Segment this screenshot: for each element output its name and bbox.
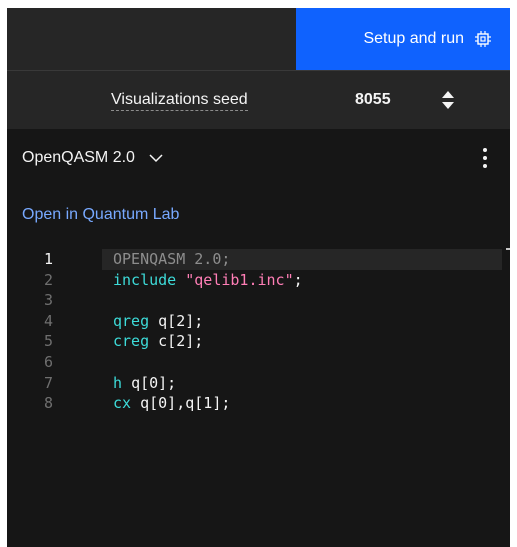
line-number: 5 (44, 332, 54, 351)
line-number: 6 (44, 353, 54, 371)
seed-row: Visualizations seed 8055 (7, 70, 510, 129)
line-number: 8 (44, 394, 54, 413)
code-text: cx q[0],q[1]; (113, 393, 230, 413)
editor-header: OpenQASM 2.0 (7, 129, 510, 191)
code-token: creg (113, 332, 159, 351)
line-number: 3 (44, 291, 54, 310)
code-text: OPENQASM 2.0; (113, 249, 230, 269)
open-in-quantum-lab-link[interactable]: Open in Quantum Lab (22, 206, 179, 224)
seed-stepper-icon[interactable] (438, 88, 458, 112)
language-label: OpenQASM 2.0 (22, 149, 135, 166)
line-number: 2 (44, 270, 54, 289)
code-token: include (113, 270, 186, 289)
seed-value-input[interactable]: 8055 (355, 91, 391, 109)
setup-and-run-button[interactable]: Setup and run (296, 8, 510, 70)
setup-and-run-label: Setup and run (363, 30, 464, 47)
code-token: h (113, 373, 132, 392)
visualizations-seed-label[interactable]: Visualizations seed (111, 91, 248, 111)
code-text: include "qelib1.inc"; (113, 270, 303, 290)
code-line[interactable]: 6 (7, 352, 510, 372)
overflow-menu-icon[interactable] (482, 148, 488, 170)
code-line[interactable]: 1 OPENQASM 2.0; (7, 249, 510, 269)
code-token: q[2]; (158, 311, 204, 330)
code-token: cx (113, 394, 141, 413)
code-token: c[2]; (158, 332, 204, 351)
code-editor[interactable]: 1 OPENQASM 2.0; 2 include "qelib1.inc"; 3 4 qr… (7, 244, 510, 547)
line-number: 1 (44, 250, 54, 268)
code-line[interactable]: 2 include "qelib1.inc"; (7, 270, 510, 290)
code-line[interactable]: 4 qreg q[2]; (7, 311, 510, 331)
code-line[interactable]: 3 (7, 290, 510, 310)
code-line[interactable]: 8 cx q[0],q[1]; (7, 393, 510, 413)
code-token: ; (293, 270, 303, 289)
code-line[interactable]: 5 creg c[2]; (7, 331, 510, 351)
chip-icon (475, 31, 491, 47)
code-token: q[0],q[1]; (140, 394, 231, 413)
code-text: creg c[2]; (113, 331, 203, 351)
language-dropdown[interactable]: OpenQASM 2.0 (22, 149, 163, 167)
code-text: h q[0]; (113, 373, 176, 393)
toolbar: Setup and run (7, 8, 510, 70)
code-token: qreg (113, 311, 159, 330)
line-number: 7 (44, 373, 54, 392)
code-token: q[0]; (131, 373, 177, 392)
code-text: qreg q[2]; (113, 311, 203, 331)
chevron-down-icon (149, 154, 163, 163)
code-token: "qelib1.inc" (185, 270, 294, 289)
composer-panel: Setup and run Visualizations seed 8055 O… (7, 8, 510, 547)
code-token: OPENQASM 2.0; (113, 250, 231, 268)
line-number: 4 (44, 311, 54, 330)
code-line[interactable]: 7 h q[0]; (7, 373, 510, 393)
